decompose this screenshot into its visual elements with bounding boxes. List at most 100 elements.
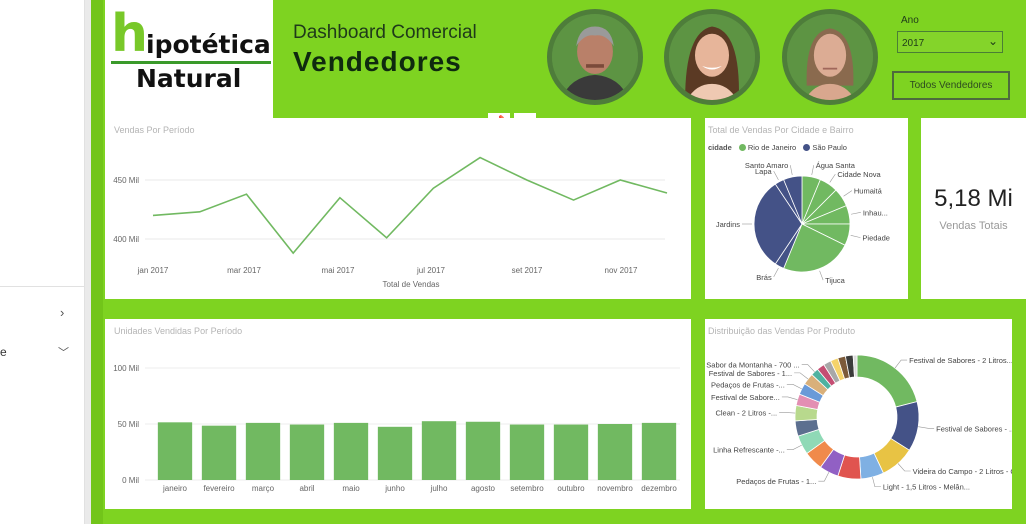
bar-novembro: [597, 424, 633, 480]
donut-leader-line: [801, 364, 815, 373]
donut-leader-line: [818, 472, 830, 482]
bar-maio: [333, 422, 369, 480]
x-tick-label: junho: [384, 484, 405, 493]
x-tick-label: fevereiro: [203, 484, 235, 493]
pie-leader-line: [843, 190, 853, 197]
pie-leader-line: [773, 170, 779, 181]
x-tick-label: dezembro: [641, 484, 677, 493]
y-tick-label: 100 Mil: [113, 364, 139, 373]
year-select[interactable]: 2017 ⌄: [897, 31, 1003, 53]
donut-slice-label: Sabor da Montanha - 700 ...: [706, 361, 799, 370]
seller-photo-3: [787, 14, 873, 100]
donut-leader-line: [918, 426, 935, 429]
logo-letter-h: h: [111, 4, 149, 64]
seller-photo-2: [669, 14, 755, 100]
pie-slice-label: Inhau...: [863, 208, 888, 217]
pie-slice-label: Piedade: [862, 234, 890, 243]
x-tick-label: set 2017: [512, 266, 543, 275]
logo-word-hipotetica: ipotética: [146, 30, 271, 59]
all-sellers-button[interactable]: Todos Vendedores: [892, 71, 1010, 100]
year-select-value: 2017: [902, 38, 925, 49]
donut-leader-line: [872, 476, 881, 488]
donut-chart: Festival de Sabores - 2 Litros... Festiva…: [706, 354, 1012, 492]
pie-leader-line: [811, 165, 814, 176]
donut-leader-line: [779, 412, 796, 414]
chevron-down-icon: ⌄: [987, 34, 998, 48]
donut-leader-line: [786, 384, 802, 390]
y-tick-label: 0 Mil: [122, 476, 139, 485]
bar-dezembro: [641, 422, 677, 480]
bar-outubro: [553, 424, 589, 480]
x-tick-label: mar 2017: [227, 266, 261, 275]
x-tick-label: nov 2017: [605, 266, 638, 275]
x-tick-label: março: [252, 484, 275, 493]
seller-avatar-1[interactable]: [547, 9, 643, 105]
year-filter-label: Ano: [901, 15, 919, 26]
x-tick-label: maio: [342, 484, 360, 493]
pie-leader-line: [829, 173, 836, 183]
donut-slice-label: Linha Refrescante -...: [713, 446, 785, 455]
donut-slice-label: Festival de Sabores - 2 Litros...: [909, 356, 1012, 365]
bar-setembro: [509, 424, 545, 480]
pie-chart-panel[interactable]: Total de Vendas Por Cidade e Bairro cida…: [705, 118, 908, 299]
side-pane: › e ﹀: [0, 0, 85, 524]
seller-photo-1: [552, 14, 638, 100]
donut-slice-label: Clean - 2 Litros -...: [715, 408, 777, 417]
donut-leader-line: [794, 372, 809, 380]
x-tick-label: setembro: [510, 484, 544, 493]
kpi-total-sales-value: 5,18 Mi: [934, 185, 1013, 212]
donut-slice-label: Light - 1,5 Litros - Melân...: [883, 483, 970, 492]
seller-avatar-2[interactable]: [664, 9, 760, 105]
donut-chart-panel[interactable]: Distribuição das Vendas Por Produto Fest…: [705, 319, 1012, 509]
company-logo: h ipotética Natural: [105, 0, 273, 118]
donut-slice-label: Pedaços de Frutas - 1...: [736, 477, 816, 486]
donut-slice-label: Festival de Sabores - 1...: [709, 369, 792, 378]
seller-avatar-3[interactable]: [782, 9, 878, 105]
x-tick-label: outubro: [557, 484, 585, 493]
bar-abril: [289, 424, 325, 480]
kpi-card[interactable]: 5,18 Mi Vendas Totais: [921, 118, 1026, 299]
donut-slice-label: Festival de Sabore...: [711, 393, 780, 402]
x-tick-label: abril: [299, 484, 314, 493]
donut-slice-label: Pedaços de Frutas -...: [711, 380, 785, 389]
x-tick-label: jul 2017: [416, 266, 446, 275]
pie-slice-label: Jardins: [716, 220, 740, 229]
pie-chart: Água SantaCidade Nova Humaitá Inhau... Pied…: [716, 161, 890, 285]
dashboard-subtitle: Dashboard Comercial: [293, 22, 477, 43]
pie-leader-line: [773, 267, 779, 278]
donut-slice: [856, 354, 918, 408]
y-tick-label: 400 Mil: [113, 235, 139, 244]
bar-julho: [421, 421, 457, 480]
donut-leader-line: [781, 396, 798, 400]
chevron-right-icon[interactable]: ›: [60, 305, 64, 320]
x-tick-label: jan 2017: [137, 266, 169, 275]
x-tick-label: mai 2017: [322, 266, 355, 275]
pie-slice-label: Humaitá: [854, 187, 883, 196]
bar-chart: 100 Mil 50 Mil 0 Mil janeiro fevereiro mar…: [113, 364, 680, 493]
side-pane-divider: [0, 286, 85, 287]
x-tick-label: agosto: [471, 484, 496, 493]
y-tick-label: 450 Mil: [113, 176, 139, 185]
pie-slice-label: Brás: [756, 273, 772, 282]
pie-slice-label: Tijuca: [825, 276, 846, 285]
x-axis-title: Total de Vendas: [383, 280, 440, 289]
donut-slice-label: Videira do Campo - 2 Litros - Cer...: [913, 467, 1012, 476]
bar-março: [245, 422, 281, 480]
pie-leader-line: [790, 165, 793, 176]
side-pane-label: e: [0, 345, 7, 359]
pie-leader-line: [850, 212, 861, 215]
bar-junho: [377, 426, 413, 480]
y-tick-label: 50 Mil: [118, 420, 140, 429]
line-chart: 450 Mil 400 Mil jan 2017 mar 2017 mai 20…: [113, 156, 668, 289]
report-canvas: h ipotética Natural Dashboard Comercial …: [91, 0, 1026, 524]
line-chart-panel[interactable]: Vendas Por Período 450 Mil 400 Mil jan 2…: [105, 118, 691, 299]
x-tick-label: novembro: [597, 484, 633, 493]
x-tick-label: janeiro: [162, 484, 188, 493]
pie-leader-line: [819, 270, 824, 281]
donut-leader-line: [894, 359, 908, 369]
chevron-down-icon[interactable]: ﹀: [58, 344, 69, 360]
donut-leader-line: [897, 463, 911, 472]
bar-chart-panel[interactable]: Unidades Vendidas Por Período 100 Mil 50…: [105, 319, 691, 509]
kpi-total-sales-label: Vendas Totais: [939, 220, 1008, 232]
donut-leader-line: [786, 444, 802, 450]
